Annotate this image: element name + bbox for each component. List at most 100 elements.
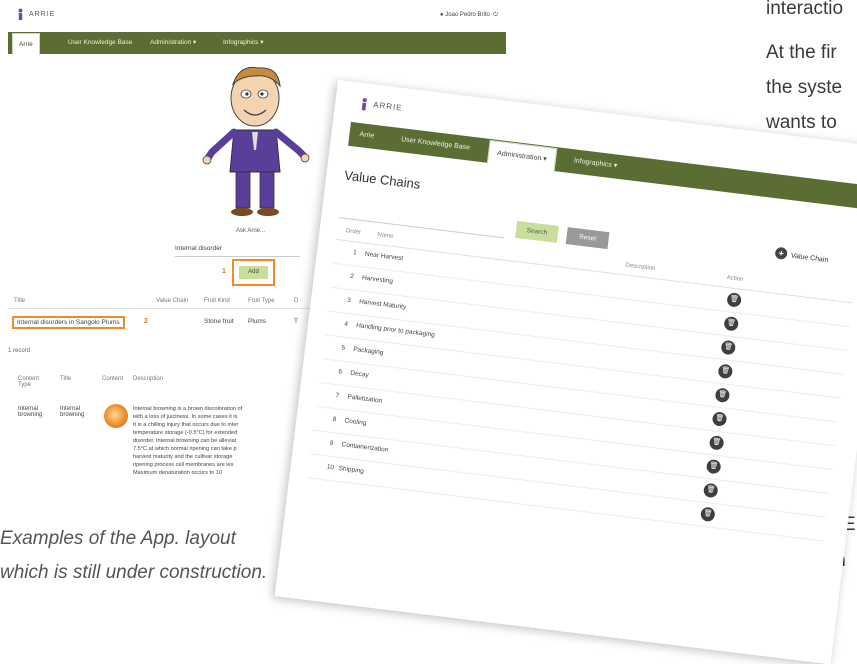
col-content[interactable]: Content [102, 376, 123, 382]
search-button[interactable]: Search [515, 220, 559, 243]
nav-tab-arrie[interactable]: Arrie [358, 123, 376, 149]
row-order: 2 [349, 272, 355, 281]
content-title-value: Internal browning [60, 406, 85, 418]
trash-icon[interactable]: 🗑 [708, 435, 725, 451]
app-logo[interactable]: ARRIE [16, 8, 55, 20]
nav-tab-infographics-label: Infographics [573, 157, 613, 169]
add-value-chain-label: Value Chain [790, 252, 829, 265]
result-title-link[interactable]: Internal disorders in Sangolo Plums [12, 316, 125, 329]
row-order: 9 [329, 439, 334, 448]
arrie-logo-icon [361, 98, 367, 111]
trash-icon[interactable]: 🗑 [720, 339, 737, 356]
row-name: Cooling [344, 417, 367, 427]
trash-icon[interactable]: 🗑 [714, 387, 731, 404]
add-value-chain-button[interactable]: + Value Chain [774, 246, 829, 265]
figure-caption-line-1: Examples of the App. layout [0, 528, 236, 549]
row-order: 10 [326, 463, 335, 472]
trash-icon[interactable]: 🗑 [700, 506, 716, 523]
description-line: temperature storage (-0.5°C) for extende… [133, 430, 238, 436]
nav-tab-infographics-label: Infographics [223, 39, 259, 46]
user-icon: ● [439, 12, 444, 18]
col-content-type[interactable]: Content Type [18, 376, 46, 388]
fruit-thumbnail-image [104, 404, 128, 428]
description-line: Internal browning is a brown discolorati… [133, 406, 243, 412]
nav-tab-administration-label: Administration [496, 149, 542, 163]
col-fruit-type[interactable]: Fruit Type [248, 298, 275, 304]
caret-down-icon: ▾ [260, 39, 264, 46]
trash-icon[interactable]: 🗑 [726, 292, 742, 308]
row-name: Handling prior to packaging [355, 322, 436, 339]
reset-button[interactable]: Reset [565, 227, 610, 250]
description-line: 7.5°C at which normal ripening can take … [133, 446, 237, 452]
row-name: Harvesting [361, 274, 394, 286]
row-order: 3 [346, 296, 352, 305]
row-order: 8 [332, 415, 337, 424]
user-menu[interactable]: ● Joao Pedro Brito ⏻ [440, 12, 498, 19]
annotation-number-2: 2 [144, 318, 148, 325]
annotation-number-1: 1 [222, 268, 226, 275]
app-logo-text: ARRIE [29, 10, 56, 18]
col-title[interactable]: Title [14, 298, 25, 304]
row-name: Packaging [352, 345, 384, 357]
row-order: 7 [335, 392, 340, 400]
nav-tab-user-knowledge-base[interactable]: User Knowledge Base [400, 128, 472, 160]
power-icon[interactable]: ⏻ [492, 12, 498, 18]
col-description[interactable]: Description [625, 262, 656, 272]
trash-icon[interactable]: 🗑 [723, 315, 740, 332]
trash-icon[interactable]: 🗑 [702, 482, 719, 499]
body-text-line: the syste [766, 77, 843, 98]
nav-tab-administration[interactable]: Administration ▾ [486, 139, 558, 173]
row-order: 1 [352, 249, 358, 257]
col-value-chain[interactable]: Value Chain [156, 298, 188, 304]
trash-icon[interactable]: 🗑 [705, 458, 722, 475]
nav-tab-user-knowledge-base[interactable]: User Knowledge Base [68, 32, 132, 54]
row-order: 6 [338, 368, 343, 376]
user-name: Joao Pedro Brito [445, 12, 490, 18]
caret-down-icon: ▾ [193, 39, 197, 46]
col-fruit-kind[interactable]: Fruit Kind [204, 298, 230, 304]
ask-arrie-label: Ask Arrie... [236, 228, 266, 234]
row-order: 5 [340, 344, 346, 352]
row-order: 4 [343, 320, 349, 329]
add-button-highlight: Add [232, 259, 275, 286]
trash-icon[interactable]: 🗑 [717, 363, 734, 380]
description-line: Maximum denaturation occurs to 10 [133, 470, 222, 476]
caret-down-icon: ▾ [542, 155, 548, 163]
content-type-value: Internal browning [18, 406, 43, 418]
col-name[interactable]: Name [377, 232, 394, 240]
description-line: harvest maturity and the cultivar storag… [133, 454, 233, 460]
ask-arrie-input[interactable]: Internal disorder [175, 242, 300, 257]
description-line: It is a chilling injury that occurs due … [133, 422, 239, 428]
arrie-mascot-illustration [202, 66, 310, 216]
records-count: 1 record [8, 348, 31, 354]
value-chains-screenshot: ARRIE Arrie User Knowledge Base Administ… [274, 80, 857, 664]
nav-tab-administration[interactable]: Administration ▾ [150, 32, 196, 54]
body-text-line: interactio [766, 0, 844, 19]
col-description[interactable]: Description [133, 376, 163, 382]
nav-tab-arrie[interactable]: Arrie [12, 33, 40, 55]
col-action[interactable]: Action [726, 275, 743, 283]
col-d[interactable]: D [294, 298, 298, 304]
app-logo[interactable]: ARRIE [359, 97, 404, 115]
nav-tab-infographics[interactable]: Infographics ▾ [572, 149, 618, 178]
main-nav: Arrie User Knowledge Base Administration… [348, 121, 857, 214]
main-nav: Arrie User Knowledge Base Administration… [8, 32, 506, 55]
page-title: Value Chains [343, 167, 422, 192]
row-name: Decay [349, 369, 370, 379]
description-line: with a loss of juiciness. In some cases … [133, 414, 238, 420]
trash-icon[interactable]: 🗑 [711, 411, 728, 427]
nav-tab-infographics[interactable]: Infographics ▾ [223, 32, 264, 54]
plus-icon: + [774, 246, 788, 260]
add-button[interactable]: Add [239, 266, 268, 279]
arrie-logo-icon [18, 8, 23, 20]
body-text-line: wants to [766, 112, 837, 133]
col-order[interactable]: Order [345, 228, 361, 236]
row-name: Shipping [338, 465, 365, 476]
result-fruit-kind: Stone fruit [204, 318, 234, 325]
result-fruit-type: Plums [248, 318, 267, 325]
description-line: disorder. Internal browning can be allev… [133, 438, 237, 444]
row-name: Near Harvest [364, 250, 404, 263]
figure-caption-line-2: which is still under construction. [0, 562, 268, 583]
caret-down-icon: ▾ [613, 162, 618, 170]
col-content-title[interactable]: Title [60, 376, 71, 382]
